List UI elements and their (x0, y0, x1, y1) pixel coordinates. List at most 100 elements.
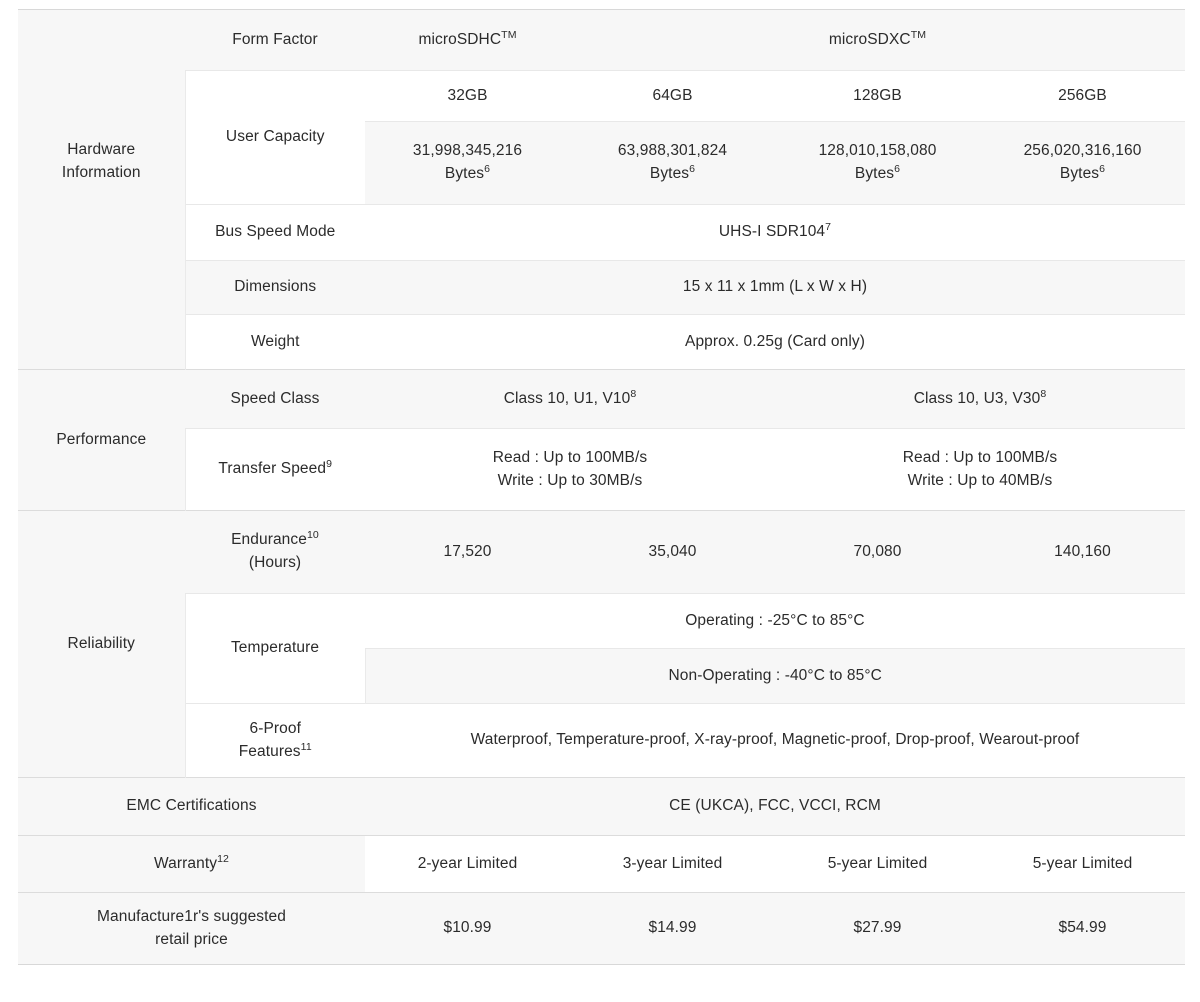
value-warranty-128gb: 5-year Limited (775, 835, 980, 893)
speed-class-sdhc-superscript: 8 (630, 387, 637, 400)
table-row-bus-speed-mode: Bus Speed Mode UHS-I SDR1047 (18, 204, 1185, 261)
value-capacity-bytes-128gb: 128,010,158,080 Bytes6 (775, 121, 980, 205)
table-row-temperature-operating: Temperature Operating : -25°C to 85°C (18, 593, 1185, 704)
warranty-superscript: 12 (217, 852, 230, 865)
transfer-speed-sdhc-write: Write : Up to 30MB/s (497, 471, 643, 489)
value-msrp-256gb: $54.99 (980, 892, 1185, 965)
msrp-label-line2: retail price (155, 930, 228, 948)
value-msrp-32gb: $10.99 (365, 892, 570, 965)
table-row-transfer-speed: Transfer Speed9 Read : Up to 100MB/s Wri… (18, 428, 1185, 511)
value-speed-class-sdhc: Class 10, U1, V108 (365, 369, 775, 429)
value-warranty-64gb: 3-year Limited (570, 835, 775, 893)
row-label-form-factor: Form Factor (185, 9, 365, 71)
capacity-bytes-unit-128gb: Bytes6 (775, 163, 980, 186)
endurance-label-line1: Endurance10 (185, 529, 365, 552)
transfer-speed-sdxc-read: Read : Up to 100MB/s (902, 448, 1058, 466)
bytes-unit-text: Bytes (649, 165, 690, 182)
value-transfer-speed-sdhc: Read : Up to 100MB/s Write : Up to 30MB/… (365, 428, 775, 511)
value-msrp-128gb: $27.99 (775, 892, 980, 965)
row-label-transfer-speed: Transfer Speed9 (184, 428, 365, 511)
bytes-unit-text: Bytes (854, 165, 895, 182)
row-label-temperature: Temperature (184, 593, 365, 704)
value-endurance-256gb: 140,160 (980, 510, 1185, 594)
value-speed-class-sdxc: Class 10, U3, V308 (775, 369, 1185, 429)
form-factor-sdxc-superscript: TM (910, 28, 927, 41)
category-performance: Performance (18, 369, 185, 511)
value-capacity-bytes-32gb: 31,998,345,216 Bytes6 (365, 121, 570, 205)
category-hardware-information: Hardware Information (18, 9, 185, 315)
speed-class-sdxc-text: Class 10, U3, V30 (913, 389, 1041, 407)
transfer-speed-sdhc-read: Read : Up to 100MB/s (492, 448, 648, 466)
value-warranty-256gb: 5-year Limited (980, 835, 1185, 893)
speed-class-sdxc-superscript: 8 (1040, 387, 1047, 400)
category-reliability: Reliability (18, 510, 185, 778)
table-row-dimensions: Dimensions 15 x 11 x 1mm (L x W x H) (18, 260, 1185, 315)
form-factor-sdhc-text: microSDHC (418, 30, 502, 48)
row-label-warranty: Warranty12 (18, 835, 365, 893)
value-capacity-size-256gb: 256GB (980, 70, 1185, 122)
capacity-bytes-number-256gb: 256,020,316,160 (1023, 142, 1142, 160)
value-capacity-size-32gb: 32GB (365, 70, 570, 122)
bytes-superscript: 6 (1099, 162, 1106, 175)
msrp-label-line1: Manufacture1r's suggested (97, 907, 286, 925)
table-row-six-proof-features: 6-Proof Features11 Waterproof, Temperatu… (18, 703, 1185, 778)
bytes-unit-text: Bytes (444, 165, 485, 182)
bus-speed-text: UHS-I SDR104 (718, 223, 826, 241)
row-label-dimensions: Dimensions (184, 260, 365, 315)
bytes-superscript: 6 (894, 162, 901, 175)
six-proof-label-line2: Features11 (186, 741, 366, 764)
value-form-factor-sdxc: microSDXCTM (570, 9, 1185, 71)
row-label-speed-class: Speed Class (185, 369, 365, 429)
value-temperature-operating: Operating : -25°C to 85°C (365, 593, 1185, 649)
capacity-bytes-number-64gb: 63,988,301,824 (617, 142, 728, 160)
value-capacity-bytes-256gb: 256,020,316,160 Bytes6 (980, 121, 1185, 205)
row-label-weight: Weight (184, 314, 365, 370)
value-emc-certifications: CE (UKCA), FCC, VCCI, RCM (365, 777, 1185, 836)
row-label-endurance: Endurance10 (Hours) (185, 510, 365, 594)
six-proof-label-line1: 6-Proof (249, 719, 302, 737)
transfer-speed-superscript: 9 (326, 457, 333, 470)
warranty-label-text: Warranty (153, 854, 218, 872)
value-endurance-64gb: 35,040 (570, 510, 775, 594)
value-weight: Approx. 0.25g (Card only) (365, 314, 1185, 370)
category-spacer-weight (18, 314, 185, 370)
transfer-speed-sdxc-write: Write : Up to 40MB/s (907, 471, 1053, 489)
transfer-speed-label-text: Transfer Speed (218, 460, 327, 478)
table-row-warranty: Warranty12 2-year Limited 3-year Limited… (18, 835, 1185, 893)
row-label-bus-speed-mode: Bus Speed Mode (184, 204, 365, 261)
capacity-bytes-unit-256gb: Bytes6 (980, 163, 1185, 186)
endurance-superscript: 10 (306, 528, 319, 541)
category-hardware-line1: Hardware (67, 141, 136, 159)
value-bus-speed-mode: UHS-I SDR1047 (365, 204, 1185, 261)
value-six-proof-features: Waterproof, Temperature-proof, X-ray-pro… (365, 703, 1185, 778)
table-row-user-capacity-sizes: User Capacity 32GB 64GB 128GB 256GB (18, 70, 1185, 205)
bytes-superscript: 6 (689, 162, 696, 175)
value-temperature-non-operating: Non-Operating : -40°C to 85°C (364, 648, 1185, 704)
form-factor-sdxc-text: microSDXC (828, 30, 911, 48)
value-endurance-32gb: 17,520 (365, 510, 570, 594)
capacity-bytes-number-32gb: 31,998,345,216 (412, 142, 523, 160)
table-row-msrp: Manufacture1r's suggested retail price $… (18, 892, 1185, 965)
row-label-user-capacity: User Capacity (184, 70, 365, 205)
table-row-endurance: Reliability Endurance10 (Hours) 17,520 3… (18, 510, 1185, 778)
six-proof-superscript: 11 (300, 740, 312, 753)
value-transfer-speed-sdxc: Read : Up to 100MB/s Write : Up to 40MB/… (775, 428, 1185, 511)
value-msrp-64gb: $14.99 (570, 892, 775, 965)
row-label-emc-certifications: EMC Certifications (18, 777, 365, 836)
endurance-label-text: Endurance (231, 531, 307, 549)
table-row-emc-certifications: EMC Certifications CE (UKCA), FCC, VCCI,… (18, 777, 1185, 836)
value-form-factor-sdhc: microSDHCTM (365, 9, 570, 71)
row-label-six-proof-features: 6-Proof Features11 (184, 703, 366, 778)
table-row-form-factor: Hardware Information Form Factor microSD… (18, 9, 1185, 315)
capacity-bytes-number-128gb: 128,010,158,080 (818, 142, 937, 160)
value-capacity-size-64gb: 64GB (570, 70, 775, 122)
row-label-msrp: Manufacture1r's suggested retail price (18, 892, 365, 965)
product-specifications-table: Hardware Information Form Factor microSD… (18, 9, 1185, 965)
six-proof-label-text: Features (238, 742, 301, 760)
bus-speed-superscript: 7 (825, 220, 832, 233)
table-row-speed-class: Performance Speed Class Class 10, U1, V1… (18, 369, 1185, 511)
value-warranty-32gb: 2-year Limited (365, 835, 570, 893)
value-capacity-size-128gb: 128GB (775, 70, 980, 122)
value-endurance-128gb: 70,080 (775, 510, 980, 594)
endurance-label-line2: (Hours) (248, 554, 302, 571)
